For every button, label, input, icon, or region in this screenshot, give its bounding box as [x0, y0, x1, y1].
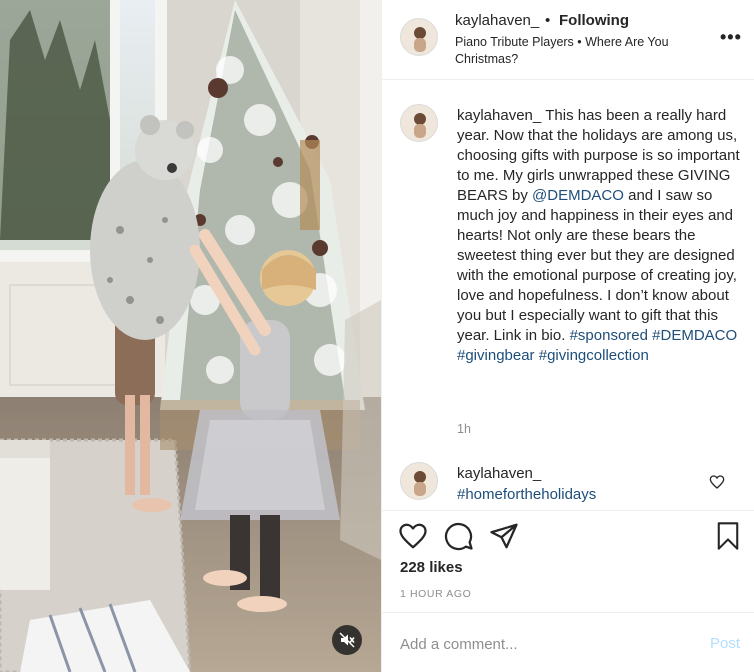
- avatar[interactable]: [400, 104, 438, 142]
- avatar-image: [401, 19, 437, 55]
- comment-hashtag[interactable]: #homefortheholidays: [457, 486, 596, 503]
- comment-username[interactable]: kaylahaven_: [457, 465, 541, 482]
- audio-attribution[interactable]: Piano Tribute Players • Where Are You Ch…: [455, 34, 705, 68]
- mention-link[interactable]: @DEMDACO: [532, 187, 624, 204]
- add-comment-bar: Post: [382, 612, 754, 672]
- post-media[interactable]: [0, 0, 381, 672]
- separator-dot: •: [545, 12, 551, 29]
- caption-timestamp[interactable]: 1h: [457, 422, 471, 436]
- action-bar: 228 likes 1 HOUR AGO: [382, 510, 754, 610]
- avatar[interactable]: [400, 18, 438, 56]
- avatar[interactable]: [400, 462, 438, 500]
- post-header: kaylahaven_ • Following Piano Tribute Pl…: [382, 0, 754, 80]
- mute-button[interactable]: [332, 625, 362, 655]
- bookmark-icon[interactable]: [714, 521, 742, 551]
- following-button[interactable]: Following: [559, 12, 629, 29]
- avatar-image: [401, 463, 437, 499]
- more-options-button[interactable]: •••: [720, 28, 742, 46]
- avatar-image: [401, 105, 437, 141]
- post-timestamp[interactable]: 1 HOUR AGO: [400, 588, 471, 600]
- post-photo: [0, 0, 381, 672]
- post-panel: kaylahaven_ • Following Piano Tribute Pl…: [381, 0, 754, 672]
- caption-body-2: and I saw so much joy and happiness in t…: [457, 187, 737, 344]
- share-icon[interactable]: [489, 521, 519, 551]
- caption-username[interactable]: kaylahaven_: [457, 107, 541, 124]
- heart-icon[interactable]: [398, 521, 428, 551]
- comment-row: kaylahaven_ #homefortheholidays: [382, 450, 754, 510]
- post-button[interactable]: Post: [710, 635, 740, 652]
- caption-text: kaylahaven_ This has been a really hard y…: [457, 106, 747, 366]
- small-heart-icon[interactable]: [709, 474, 725, 490]
- hashtag-link[interactable]: #sponsored: [570, 327, 648, 344]
- hashtag-link[interactable]: #DEMDACO: [652, 327, 737, 344]
- comment-icon[interactable]: [444, 521, 474, 551]
- caption-block: kaylahaven_ This has been a really hard y…: [382, 80, 754, 450]
- comment-input[interactable]: [400, 633, 690, 655]
- hashtag-link[interactable]: #givingbear: [457, 347, 535, 364]
- speaker-muted-icon: [339, 632, 355, 648]
- header-username[interactable]: kaylahaven_: [455, 12, 539, 29]
- hashtag-link[interactable]: #givingcollection: [539, 347, 649, 364]
- likes-count[interactable]: 228 likes: [400, 559, 463, 576]
